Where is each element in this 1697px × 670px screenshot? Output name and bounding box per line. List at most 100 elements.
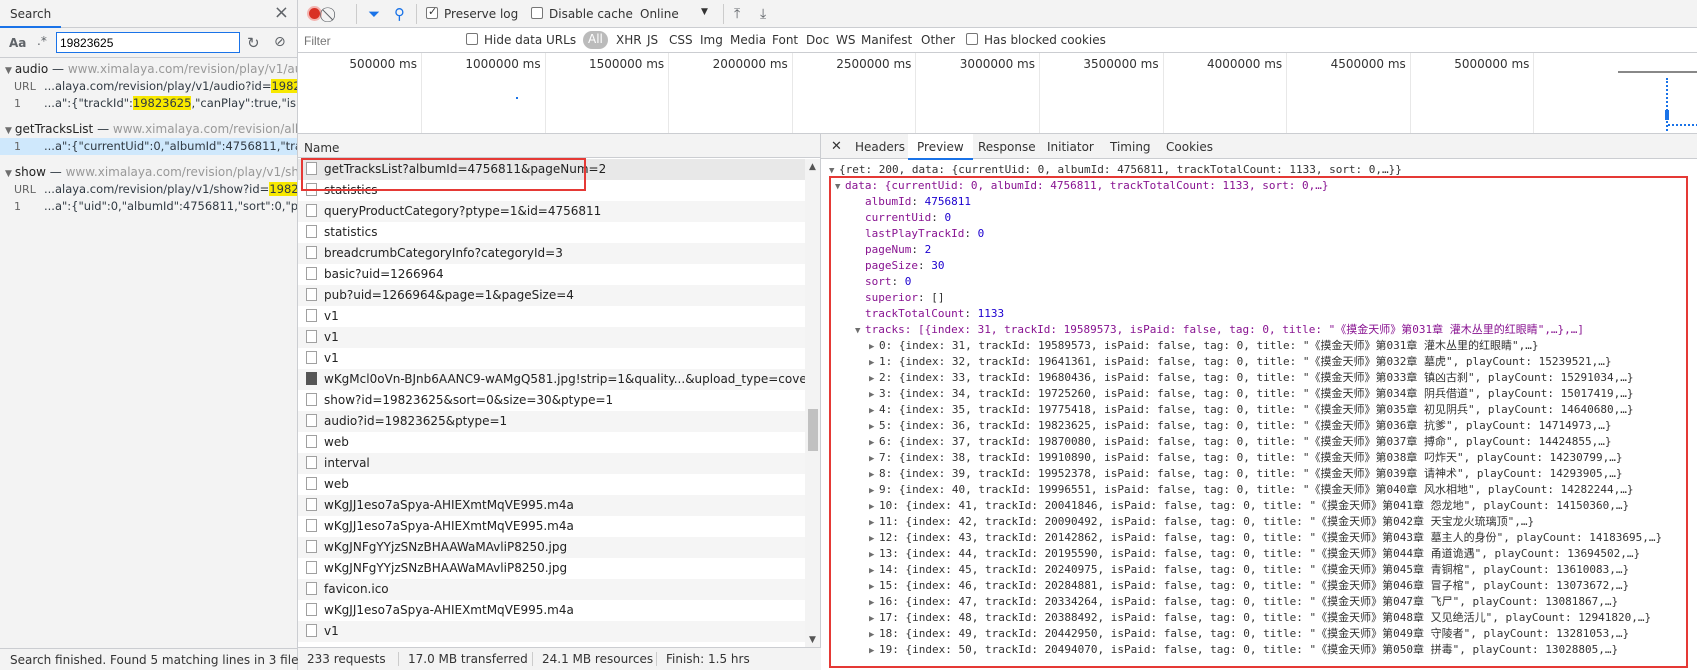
- tab-headers[interactable]: Headers: [846, 134, 914, 159]
- expand-triangle-icon[interactable]: ▶: [869, 467, 879, 483]
- request-row[interactable]: v1: [298, 306, 805, 327]
- expand-triangle-icon[interactable]: ▶: [869, 339, 879, 355]
- json-field[interactable]: pageSize: 30: [831, 258, 1686, 274]
- json-field[interactable]: superior: []: [831, 290, 1686, 306]
- clear-search-icon[interactable]: ⊘: [274, 34, 286, 50]
- request-row[interactable]: v1: [298, 348, 805, 369]
- expand-triangle-icon[interactable]: ▶: [869, 435, 879, 451]
- request-row[interactable]: breadcrumbCategoryInfo?categoryId=3: [298, 243, 805, 264]
- hide-data-urls-checkbox[interactable]: [466, 33, 478, 45]
- scroll-up-icon[interactable]: ▲: [809, 162, 816, 172]
- json-track-item[interactable]: ▶ 10: {index: 41, trackId: 20041846, isPa…: [831, 498, 1686, 514]
- json-field[interactable]: albumId: 4756811: [831, 194, 1686, 210]
- request-row[interactable]: audio?id=19823625&ptype=1: [298, 411, 805, 432]
- json-data-node[interactable]: ▼ data: {currentUid: 0, albumId: 4756811,…: [831, 178, 1686, 194]
- expand-triangle-icon[interactable]: ▼: [829, 166, 839, 176]
- type-filter-js[interactable]: JS: [647, 33, 658, 47]
- scroll-down-icon[interactable]: ▼: [809, 635, 816, 645]
- json-track-item[interactable]: ▶ 3: {index: 34, trackId: 19725260, isPai…: [831, 386, 1686, 402]
- request-row[interactable]: v1: [298, 327, 805, 348]
- timeline-overview[interactable]: 500000 ms 1000000 ms 1500000 ms 2000000 ms 2…: [298, 53, 1697, 134]
- json-track-item[interactable]: ▶ 11: {index: 42, trackId: 20090492, isPa…: [831, 514, 1686, 530]
- search-result-line[interactable]: 1 ...a":{"currentUid":0,"albumId":4756811…: [0, 138, 297, 155]
- expand-triangle-icon[interactable]: ▶: [869, 483, 879, 499]
- json-track-item[interactable]: ▶ 1: {index: 32, trackId: 19641361, isPai…: [831, 354, 1686, 370]
- request-row[interactable]: basic?uid=1266964: [298, 264, 805, 285]
- preserve-log-checkbox[interactable]: [426, 5, 438, 19]
- expand-triangle-icon[interactable]: ▼: [5, 169, 12, 179]
- export-har-icon[interactable]: ⤓: [760, 5, 766, 23]
- json-tracks-node[interactable]: ▼ tracks: [{index: 31, trackId: 19589573,…: [831, 322, 1686, 338]
- json-track-item[interactable]: ▶ 7: {index: 38, trackId: 19910890, isPai…: [831, 450, 1686, 466]
- match-case-button[interactable]: Aa: [9, 36, 26, 50]
- expand-triangle-icon[interactable]: ▶: [869, 643, 879, 659]
- request-row[interactable]: web: [298, 432, 805, 453]
- search-result-line[interactable]: URL ...alaya.com/revision/play/v1/audio?i…: [0, 78, 297, 95]
- json-track-item[interactable]: ▶ 6: {index: 37, trackId: 19870080, isPai…: [831, 434, 1686, 450]
- expand-triangle-icon[interactable]: ▶: [869, 371, 879, 387]
- request-row[interactable]: wKgJNFgYYjzSNzBHAAWaMAvliP8250.jpg: [298, 537, 805, 558]
- json-field[interactable]: pageNum: 2: [831, 242, 1686, 258]
- json-track-item[interactable]: ▶ 14: {index: 45, trackId: 20240975, isPa…: [831, 562, 1686, 578]
- type-filter-img[interactable]: Img: [700, 33, 723, 47]
- json-track-item[interactable]: ▶ 16: {index: 47, trackId: 20334264, isPa…: [831, 594, 1686, 610]
- json-track-item[interactable]: ▶ 15: {index: 46, trackId: 20284881, isPa…: [831, 578, 1686, 594]
- search-result-line[interactable]: URL ...alaya.com/revision/play/v1/show?id…: [0, 181, 297, 198]
- throttle-select[interactable]: Online: [640, 7, 679, 21]
- json-track-item[interactable]: ▶ 19: {index: 50, trackId: 20494070, isPa…: [831, 642, 1686, 658]
- close-icon[interactable]: ×: [274, 4, 289, 22]
- request-row[interactable]: wKgJNFgYYjzSNzBHAAWaMAvliP8250.jpg: [298, 558, 805, 579]
- type-filter-css[interactable]: CSS: [669, 33, 693, 47]
- expand-triangle-icon[interactable]: ▶: [869, 419, 879, 435]
- expand-triangle-icon[interactable]: ▶: [869, 563, 879, 579]
- name-column-header[interactable]: Name: [298, 134, 820, 158]
- type-filter-doc[interactable]: Doc: [806, 33, 829, 47]
- json-root-node[interactable]: ▼ {ret: 200, data: {currentUid: 0, albumI…: [829, 163, 1402, 176]
- search-result-line[interactable]: 1 ...a":{"trackId":19823625,"canPlay":tru…: [0, 95, 297, 112]
- json-field[interactable]: trackTotalCount: 1133: [831, 306, 1686, 322]
- search-result-line[interactable]: 1 ...a":{"uid":0,"albumId":4756811,"sort"…: [0, 198, 297, 215]
- tab-response[interactable]: Response: [969, 134, 1045, 159]
- type-filter-ws[interactable]: WS: [836, 33, 855, 47]
- scrollbar[interactable]: ▲ ▼: [805, 159, 820, 647]
- request-row[interactable]: wKgJJ1eso7aSpya-AHIEXmtMqVE995.m4a: [298, 516, 805, 537]
- expand-triangle-icon[interactable]: ▼: [835, 179, 845, 195]
- expand-triangle-icon[interactable]: ▼: [855, 323, 865, 339]
- json-track-item[interactable]: ▶ 2: {index: 33, trackId: 19680436, isPai…: [831, 370, 1686, 386]
- json-field[interactable]: currentUid: 0: [831, 210, 1686, 226]
- json-track-item[interactable]: ▶ 0: {index: 31, trackId: 19589573, isPai…: [831, 338, 1686, 354]
- regex-button[interactable]: .*: [37, 34, 47, 48]
- json-track-item[interactable]: ▶ 13: {index: 44, trackId: 20195590, isPa…: [831, 546, 1686, 562]
- tab-cookies[interactable]: Cookies: [1157, 134, 1222, 159]
- json-field[interactable]: sort: 0: [831, 274, 1686, 290]
- search-tab[interactable]: Search: [0, 0, 62, 28]
- request-row[interactable]: wKgJJ1eso7aSpya-AHIEXmtMqVE995.m4a: [298, 495, 805, 516]
- expand-triangle-icon[interactable]: ▼: [5, 126, 12, 136]
- filter-icon[interactable]: ⏷: [368, 5, 380, 23]
- chevron-down-icon[interactable]: ▼: [701, 7, 708, 17]
- json-track-item[interactable]: ▶ 5: {index: 36, trackId: 19823625, isPai…: [831, 418, 1686, 434]
- request-row[interactable]: statistics: [298, 222, 805, 243]
- request-row[interactable]: v1: [298, 621, 805, 642]
- json-field[interactable]: lastPlayTrackId: 0: [831, 226, 1686, 242]
- json-track-item[interactable]: ▶ 17: {index: 48, trackId: 20388492, isPa…: [831, 610, 1686, 626]
- expand-triangle-icon[interactable]: ▶: [869, 595, 879, 611]
- expand-triangle-icon[interactable]: ▶: [869, 387, 879, 403]
- request-row[interactable]: interval: [298, 453, 805, 474]
- type-filter-media[interactable]: Media: [730, 33, 766, 47]
- expand-triangle-icon[interactable]: ▶: [869, 579, 879, 595]
- search-result-file[interactable]: ▼ show — www.ximalaya.com/revision/play/v…: [0, 164, 297, 181]
- tab-preview[interactable]: Preview: [908, 134, 973, 160]
- filter-input[interactable]: [302, 32, 462, 49]
- expand-triangle-icon[interactable]: ▶: [869, 531, 879, 547]
- request-row[interactable]: show?id=19823625&sort=0&size=30&ptype=1: [298, 390, 805, 411]
- expand-triangle-icon[interactable]: ▶: [869, 355, 879, 371]
- expand-triangle-icon[interactable]: ▶: [869, 627, 879, 643]
- request-row[interactable]: favicon.ico: [298, 579, 805, 600]
- json-track-item[interactable]: ▶ 4: {index: 35, trackId: 19775418, isPai…: [831, 402, 1686, 418]
- request-row[interactable]: pub?uid=1266964&page=1&pageSize=4: [298, 285, 805, 306]
- blocked-cookies-checkbox[interactable]: [966, 33, 978, 45]
- scroll-thumb[interactable]: [808, 409, 818, 451]
- type-filter-all[interactable]: All: [583, 31, 608, 49]
- json-track-item[interactable]: ▶ 9: {index: 40, trackId: 19996551, isPai…: [831, 482, 1686, 498]
